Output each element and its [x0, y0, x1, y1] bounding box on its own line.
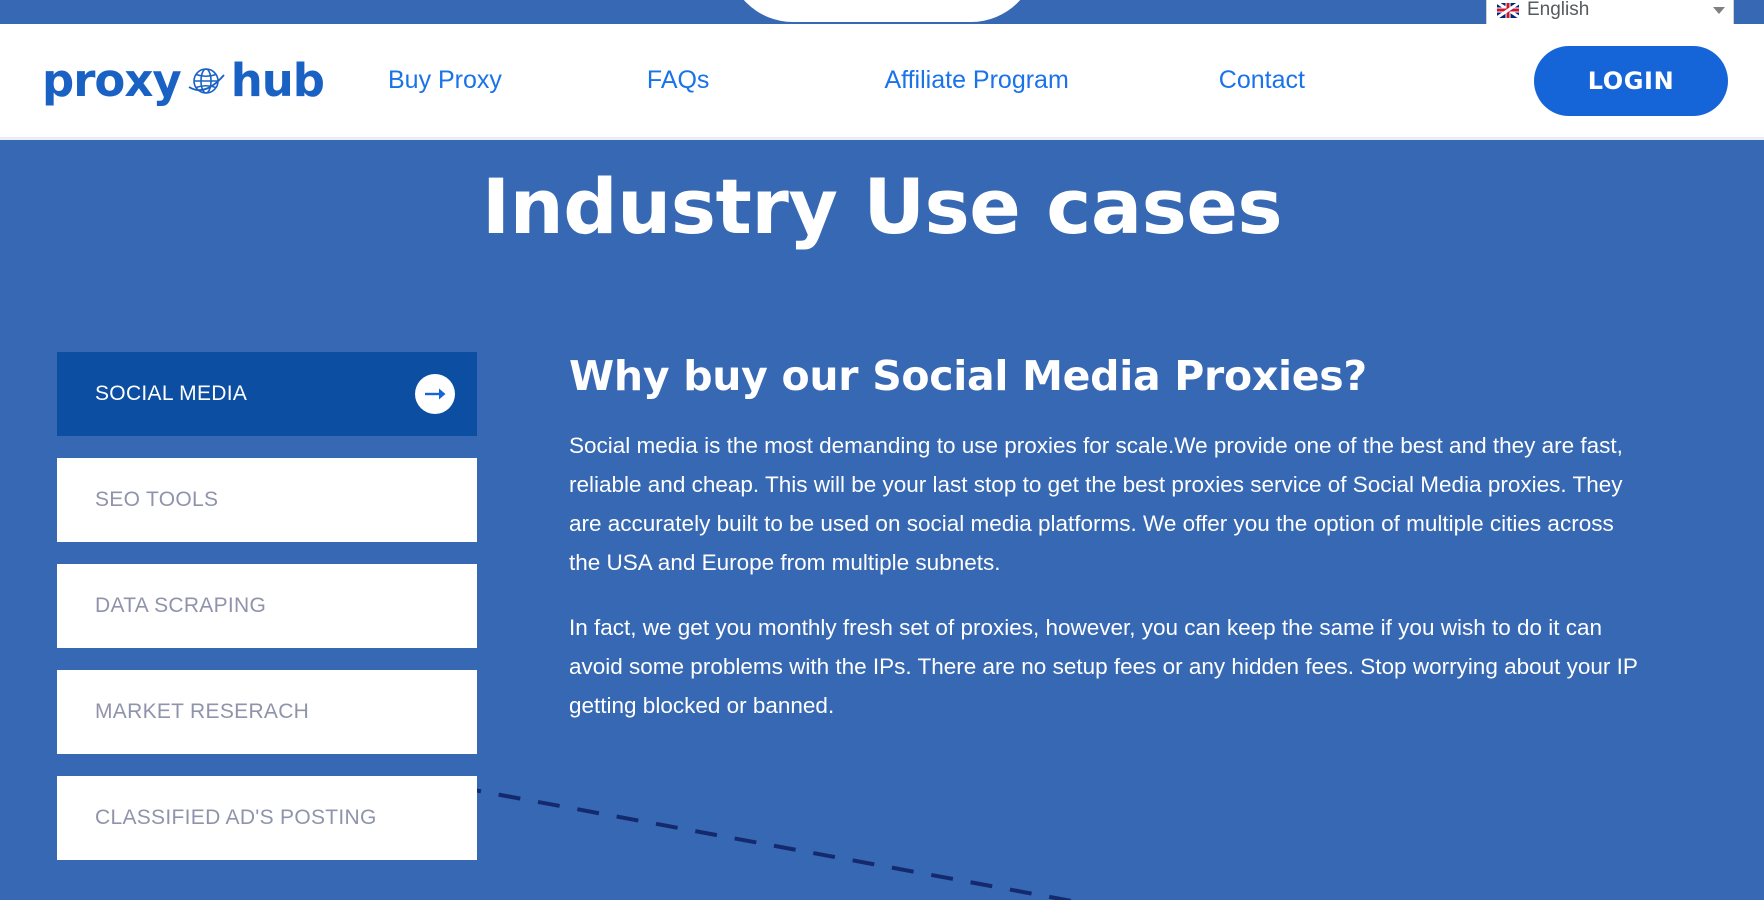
top-strip: English — [0, 0, 1764, 26]
use-cases-section: SOCIAL MEDIA SEO TOOLS DATA SCRAPING MAR… — [0, 352, 1764, 882]
chevron-down-icon — [1713, 6, 1725, 14]
site-header: proxy hub Buy Proxy FAQs Affiliate Progr… — [0, 24, 1764, 140]
globe-icon — [188, 67, 225, 94]
panel-title: Why buy our Social Media Proxies? — [569, 352, 1367, 400]
panel-paragraph-1: Social media is the most demanding to us… — [569, 433, 1623, 575]
tab-seo-tools[interactable]: SEO TOOLS — [57, 458, 477, 542]
arrow-right-icon — [415, 374, 455, 414]
page-title: Industry Use cases — [481, 162, 1283, 251]
use-case-tab-list: SOCIAL MEDIA SEO TOOLS DATA SCRAPING MAR… — [57, 352, 477, 882]
nav-item-faqs[interactable]: FAQs — [647, 66, 710, 95]
use-case-panel: Why buy our Social Media Proxies? Social… — [569, 352, 1659, 882]
login-button[interactable]: LOGIN — [1534, 45, 1728, 116]
language-selector-label: English — [1527, 0, 1590, 20]
tab-classified-ads-posting[interactable]: CLASSIFIED AD'S POSTING — [57, 776, 477, 860]
tab-label: SEO TOOLS — [95, 488, 219, 511]
header-curve-decoration — [727, 0, 1037, 22]
uk-flag-icon — [1497, 2, 1519, 18]
nav-item-affiliate-program[interactable]: Affiliate Program — [884, 66, 1068, 95]
logo-text-hub: hub — [230, 54, 325, 107]
panel-paragraph-2: In fact, we get you monthly fresh set of… — [569, 615, 1638, 718]
tab-data-scraping[interactable]: DATA SCRAPING — [57, 564, 477, 648]
logo-text-proxy: proxy — [42, 54, 182, 107]
tab-label: CLASSIFIED AD'S POSTING — [95, 806, 377, 829]
language-selector[interactable]: English — [1486, 0, 1734, 26]
tab-label: DATA SCRAPING — [95, 594, 267, 617]
nav-item-contact[interactable]: Contact — [1219, 66, 1305, 95]
tab-social-media[interactable]: SOCIAL MEDIA — [57, 352, 477, 436]
hero-section: Industry Use cases — [0, 140, 1764, 251]
tab-label: SOCIAL MEDIA — [95, 382, 248, 405]
site-logo[interactable]: proxy hub — [42, 54, 325, 107]
main-navigation: Buy Proxy FAQs Affiliate Program Contact — [388, 66, 1494, 95]
nav-item-buy-proxy[interactable]: Buy Proxy — [388, 66, 502, 95]
tab-market-reserach[interactable]: MARKET RESERACH — [57, 670, 477, 754]
tab-label: MARKET RESERACH — [95, 700, 310, 723]
